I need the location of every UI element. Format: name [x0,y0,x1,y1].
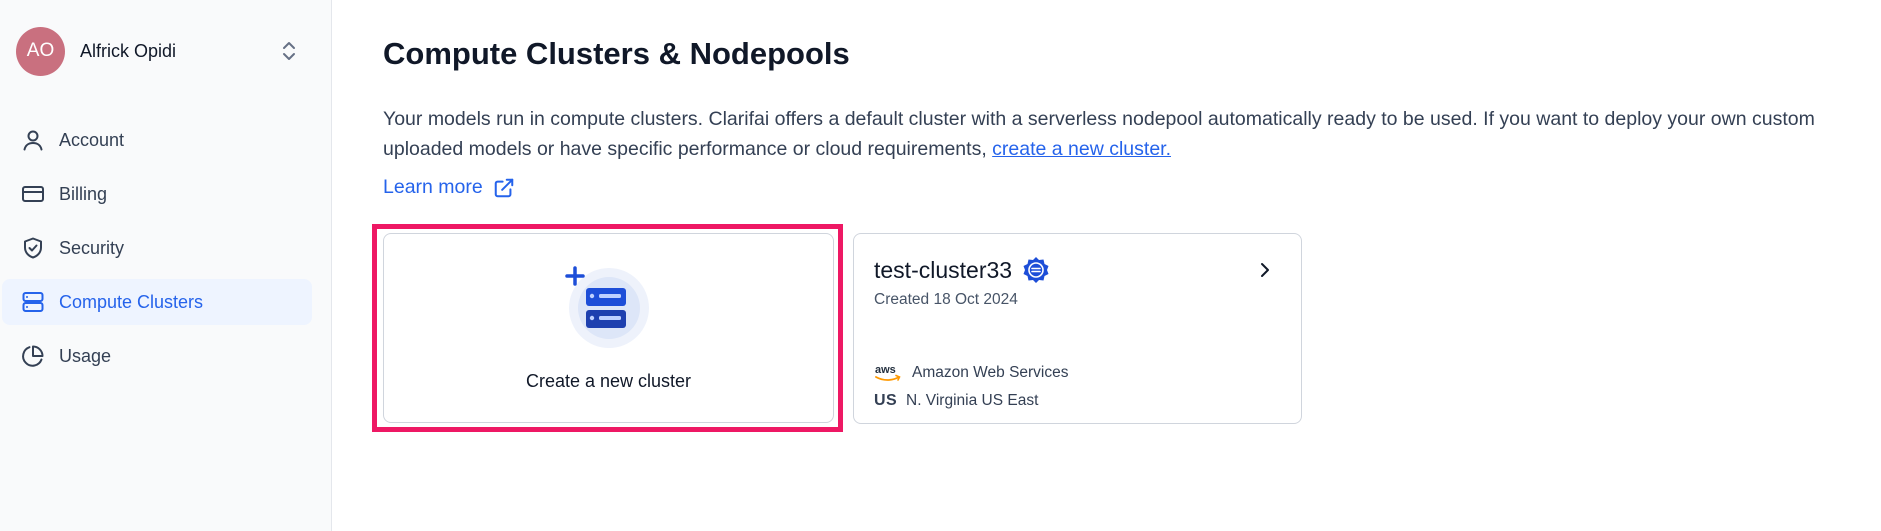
create-cluster-label: Create a new cluster [525,371,692,391]
cluster-name-text: test-cluster33 [874,256,1013,283]
sidebar-item-compute-clusters[interactable]: Compute Clusters [2,279,312,325]
sidebar-item-account[interactable]: Account [2,117,312,163]
sidebar-item-label: Security [59,237,125,258]
sidebar-item-label: Account [59,129,125,150]
create-cluster-link[interactable]: create a new cluster. [992,138,1171,160]
avatar: AO [16,26,65,76]
sidebar-item-security[interactable]: Security [2,225,312,271]
sidebar-item-usage[interactable]: Usage [2,333,312,379]
create-cluster-card[interactable]: Create a new cluster [383,233,834,423]
page-description: Your models run in compute clusters. Cla… [383,104,1873,164]
sidebar-item-label: Billing [59,183,108,204]
page-title: Compute Clusters & Nodepools [383,36,850,71]
sidebar-item-label: Usage [59,345,112,366]
shield-check-icon [20,235,46,261]
cluster-name: test-cluster33 [874,256,1050,284]
aws-logo-text: aws [875,364,896,376]
provider-name: Amazon Web Services [912,364,1069,381]
learn-more-label: Learn more [383,176,483,198]
pie-chart-icon [20,343,46,369]
cluster-card[interactable]: test-cluster33 Created 18 Oct 2024 aws A… [853,233,1302,424]
cluster-created-date: Created 18 Oct 2024 [874,291,1018,308]
chevron-right-icon [1257,260,1273,280]
external-link-icon [493,177,515,199]
cluster-provider: aws Amazon Web Services [874,362,1069,384]
region-code: US [874,392,898,409]
user-name: Alfrick Opidi [80,40,177,61]
sidebar-item-label: Compute Clusters [59,291,204,312]
user-switcher[interactable]: AO Alfrick Opidi [16,26,306,76]
aws-logo: aws [874,362,902,384]
server-icon [20,289,46,315]
user-icon [20,127,46,153]
sidebar-item-billing[interactable]: Billing [2,171,312,217]
add-server-icon [565,264,649,348]
region-name: N. Virginia US East [906,392,1039,409]
learn-more-link[interactable]: Learn more [383,176,515,199]
cluster-region: US N. Virginia US East [874,392,1038,410]
sidebar-nav: Account Billing Security Compute Cluster… [2,117,312,387]
sidebar: AO Alfrick Opidi Account Billing Securit… [0,0,332,531]
cluster-badge-icon [1022,256,1050,284]
credit-card-icon [20,181,46,207]
chevron-up-down-icon [278,36,300,66]
